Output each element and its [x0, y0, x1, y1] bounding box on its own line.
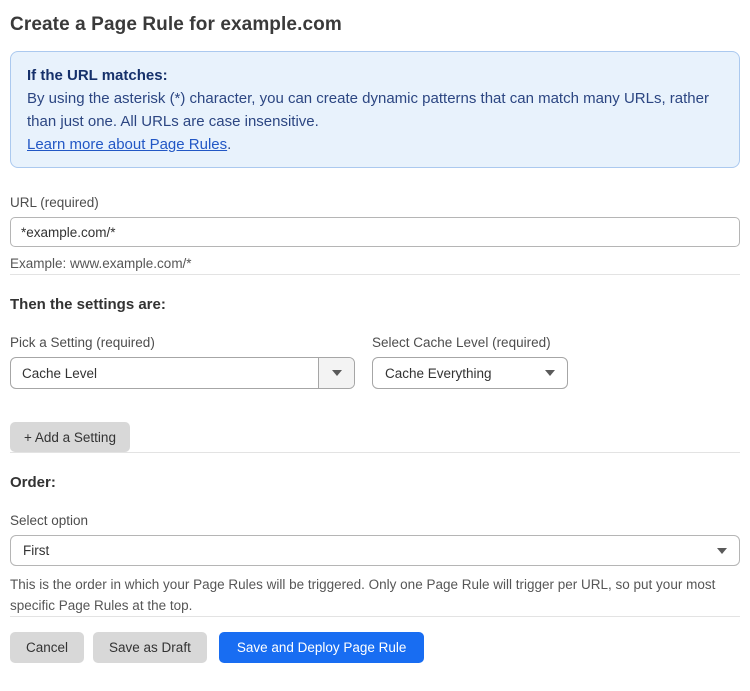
setting-picker-value: Cache Level [22, 365, 98, 381]
cache-level-picker-group: Select Cache Level (required) Cache Ever… [372, 335, 568, 389]
save-and-deploy-button[interactable]: Save and Deploy Page Rule [218, 632, 425, 663]
order-helper-text: This is the order in which your Page Rul… [10, 577, 716, 613]
cache-level-picker-label: Select Cache Level (required) [372, 335, 551, 350]
order-value: First [23, 543, 50, 558]
url-example-helper: Example: www.example.com/* [10, 256, 192, 271]
order-select-label: Select option [10, 513, 89, 528]
chevron-down-icon [717, 547, 727, 554]
setting-picker-dropdown[interactable]: Cache Level [10, 357, 355, 389]
divider [10, 274, 740, 275]
setting-picker-label: Pick a Setting (required) [10, 335, 155, 350]
setting-picker-group: Pick a Setting (required) Cache Level [10, 335, 355, 389]
cache-level-dropdown[interactable]: Cache Everything [372, 357, 568, 389]
link-period: . [227, 136, 232, 153]
chevron-down-icon [331, 370, 342, 376]
order-section-heading: Order: [10, 474, 56, 491]
settings-row: Pick a Setting (required) Cache Level Se… [10, 335, 740, 389]
url-input[interactable] [10, 217, 740, 247]
setting-picker-arrow-button[interactable] [318, 358, 354, 388]
cache-level-value: Cache Everything [385, 365, 492, 381]
divider [10, 452, 740, 453]
create-page-rule-form: Create a Page Rule for example.com If th… [0, 0, 750, 675]
learn-more-link[interactable]: Learn more about Page Rules [27, 136, 227, 153]
add-setting-button[interactable]: + Add a Setting [10, 422, 130, 452]
page-title: Create a Page Rule for example.com [10, 14, 342, 35]
save-as-draft-button[interactable]: Save as Draft [93, 632, 207, 663]
url-matches-info-box: If the URL matches: By using the asteris… [10, 51, 740, 168]
url-field-label: URL (required) [10, 195, 99, 210]
info-box-heading: If the URL matches: [27, 67, 168, 84]
form-actions: Cancel Save as Draft Save and Deploy Pag… [10, 632, 740, 663]
info-box-body: By using the asterisk (*) character, you… [27, 90, 709, 130]
divider [10, 616, 740, 617]
chevron-down-icon [545, 370, 555, 376]
order-dropdown[interactable]: First [10, 535, 740, 566]
settings-section-heading: Then the settings are: [10, 296, 166, 313]
order-select-group: Select option First This is the order in… [10, 513, 740, 616]
url-field-group: URL (required) Example: www.example.com/… [10, 195, 740, 274]
cancel-button[interactable]: Cancel [10, 632, 85, 663]
